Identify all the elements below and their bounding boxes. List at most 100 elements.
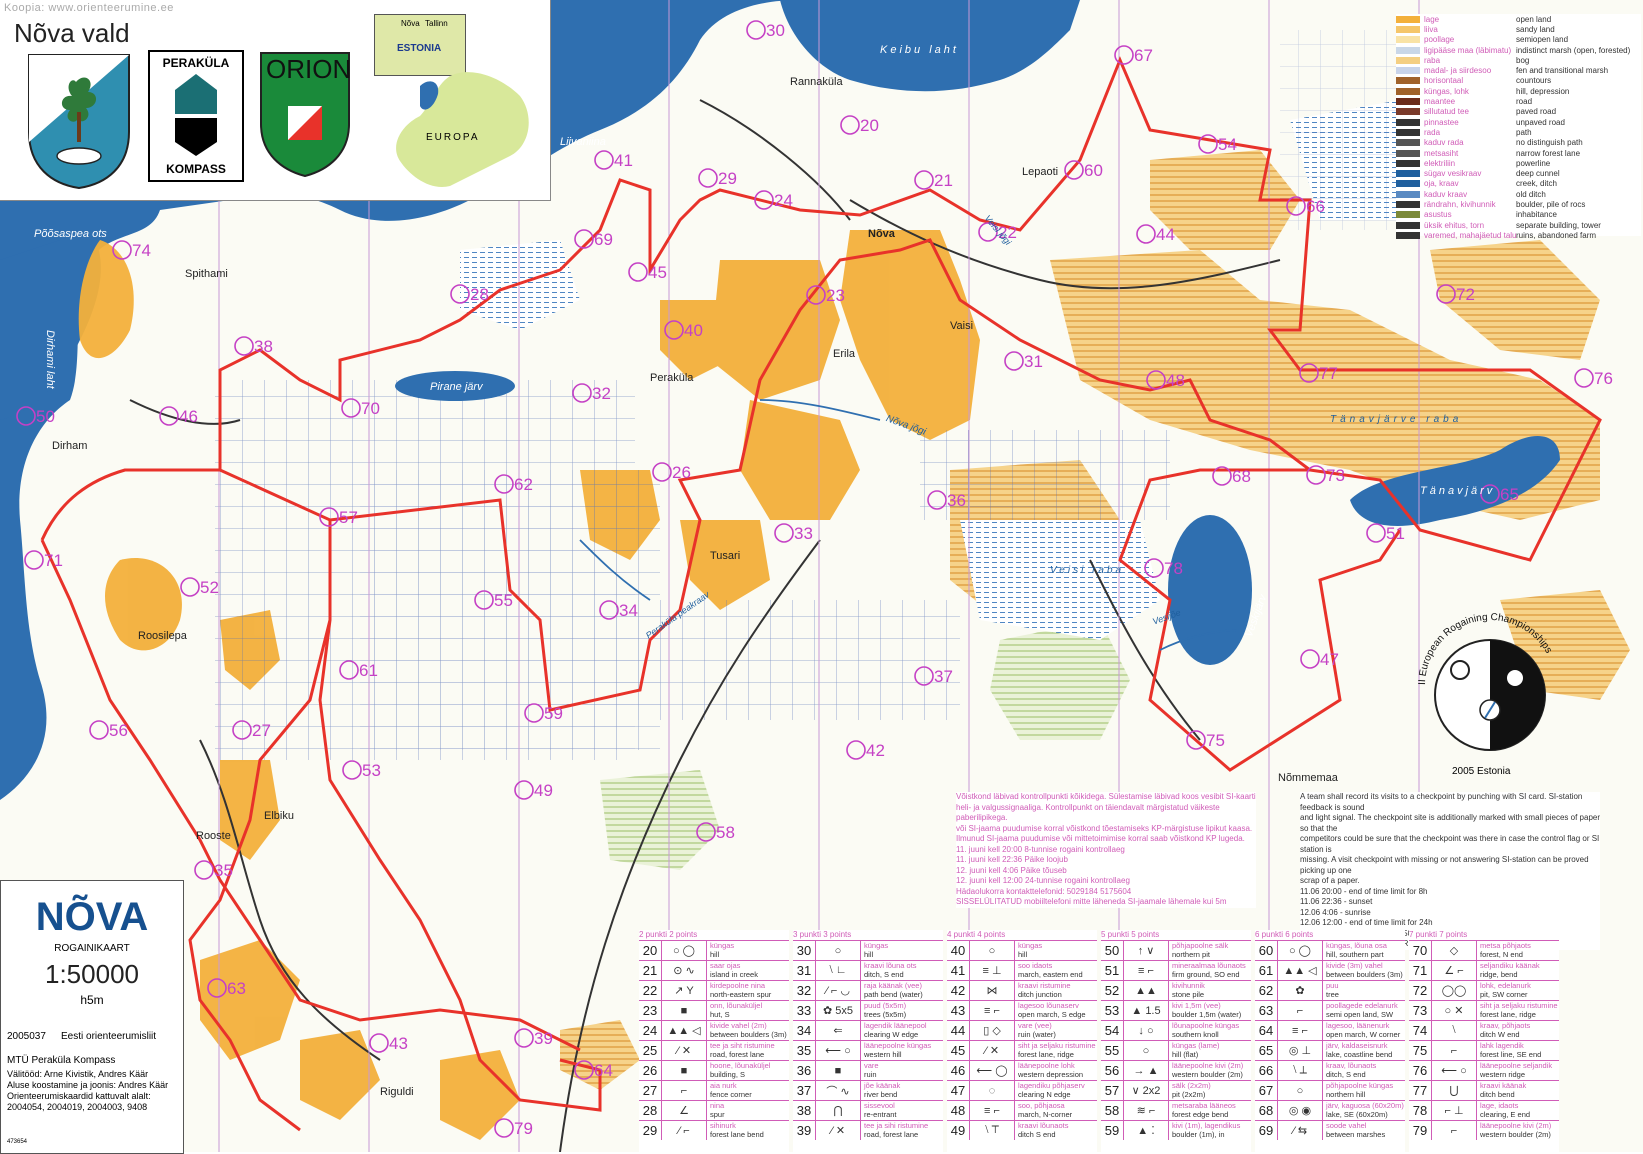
description-number: 24 — [639, 1021, 662, 1040]
description-number: 62 — [1255, 981, 1278, 1000]
legend-swatch — [1396, 118, 1420, 126]
legend-label-en: narrow forest lane — [1516, 148, 1581, 158]
description-text-et: hoone, lõunaküljel — [710, 1061, 771, 1070]
description-text-en: ditch junction — [1018, 990, 1062, 999]
contour-interval: h5m — [80, 993, 104, 1007]
description-row: 78 ⌐ ⊥ lage, idaots clearing, E end — [1409, 1100, 1559, 1120]
legend-label-et: metsasiht — [1424, 148, 1459, 158]
description-number: 69 — [1255, 1121, 1278, 1140]
description-symbol: ⟵ ○ — [1432, 1061, 1477, 1080]
description-symbol: ∨ 2x2 — [1124, 1081, 1169, 1100]
description-text-et: küngas — [1018, 941, 1043, 950]
description-number: 31 — [793, 961, 816, 980]
description-text-en: hut, S — [710, 1010, 730, 1019]
info-line: 12. juuni kell 4:06 Päike tõuseb — [956, 865, 1067, 875]
legend-row: rändrahn, kivihunnik boulder, pile of roc… — [1396, 199, 1641, 209]
description-number: 52 — [1101, 981, 1124, 1000]
description-symbol: ⧵ ⊥ — [1278, 1061, 1323, 1080]
description-row: 48 ≡ ⌐ soo, põhjaosa march, N-corner — [947, 1100, 1097, 1120]
map-scale: 1:50000 — [45, 959, 139, 989]
description-column-head: 2 punkti 2 points — [639, 930, 698, 939]
legend-row: oja, kraav creek, ditch — [1396, 179, 1641, 189]
description-symbol: ⊙ ∿ — [662, 961, 707, 980]
info-line: Ilmunud SI-jaama puudumise või mittetoim… — [956, 834, 1245, 843]
description-text-en: tree — [1326, 990, 1339, 999]
description-text-en: lake, coastline bend — [1326, 1050, 1393, 1059]
description-number: 37 — [793, 1081, 816, 1100]
description-text-en: forest lane bend — [710, 1130, 764, 1139]
description-number: 67 — [1255, 1081, 1278, 1100]
info-line: Aluse koostamine ja joonis: Andres Käär — [7, 1080, 169, 1090]
description-column-head: 7 punkti 7 points — [1409, 930, 1468, 939]
description-row: 45 ⁄ ✕ siht ja seljaku ristumine forest lan… — [947, 1040, 1097, 1060]
description-text-en: path bend (water) — [864, 990, 923, 999]
description-text-et: kraavi käänak — [1480, 1081, 1527, 1090]
description-symbol: ◇ — [1432, 941, 1477, 960]
description-text-en: fence corner — [710, 1090, 752, 1099]
legend-row: asustus inhabitance — [1396, 210, 1641, 220]
description-text-en: ridge, bend — [1480, 970, 1518, 979]
description-text-en: western ridge — [1480, 1070, 1526, 1079]
info-line: 11. juuni kell 22:36 Päike loojub — [956, 855, 1068, 864]
legend-row: pinnastee unpaved road — [1396, 117, 1641, 127]
description-text-et: kirdepoolne nina — [710, 981, 766, 990]
description-row: 76 ⟵ ○ läänepoolne seljandik western ridge — [1409, 1060, 1559, 1080]
description-column-head: 3 punkti 3 points — [793, 930, 852, 939]
legend-label-en: inhabitance — [1516, 210, 1557, 220]
legend-swatch — [1396, 46, 1420, 54]
info-line: A team shall record its visits to a chec… — [1300, 792, 1583, 812]
description-text-et: kraavi lõuna ots — [864, 961, 917, 970]
description-symbol: ≡ ⌐ — [970, 1101, 1015, 1120]
legend-label-en: powerline — [1516, 158, 1551, 168]
description-symbol: ⁄ ✕ — [970, 1041, 1015, 1060]
description-symbol: ◎ ◉ — [1278, 1101, 1323, 1120]
description-text-et: lagendik läänepool — [864, 1021, 927, 1030]
description-text-en: hill, southern part — [1326, 950, 1384, 959]
champ-year-label: 2005 Estonia — [1452, 766, 1511, 777]
info-line: 12.06 4:06 - sunrise — [1300, 907, 1371, 917]
description-text-en: northern pit — [1172, 950, 1210, 959]
description-row: 65 ◎ ⊥ järv, kaldaseisnurk lake, coastline … — [1255, 1040, 1405, 1060]
description-text-en: island in creek — [710, 970, 758, 979]
legend-label-en: unpaved road — [1516, 117, 1565, 127]
description-number: 36 — [793, 1061, 816, 1080]
description-number: 57 — [1101, 1081, 1124, 1100]
legend-row: maantee road — [1396, 96, 1641, 106]
description-column: 3 punkti 3 points 30 ○ küngas hill 31 ⧵ ∟ kraav… — [793, 930, 943, 1152]
description-symbol: ▯ ◇ — [970, 1021, 1015, 1040]
legend-row: rada path — [1396, 127, 1641, 137]
description-number: 64 — [1255, 1021, 1278, 1040]
description-number: 48 — [947, 1101, 970, 1120]
municipality-title: Nõva vald — [14, 18, 130, 48]
description-text-et: saar ojas — [710, 961, 741, 970]
description-symbol: ≋ ⌐ — [1124, 1101, 1169, 1120]
description-row: 66 ⧵ ⊥ kraav, lõunaots ditch, S end — [1255, 1060, 1405, 1080]
copy-notice: Koopia: www.orienteerumine.ee — [4, 2, 174, 14]
info-line: 12.06 12:00 - end of time limit for 24h — [1300, 918, 1433, 927]
legend-row: sillutatud tee paved road — [1396, 107, 1641, 117]
description-row: 50 ↑ ∨ põhjapoolne sälk northern pit — [1101, 940, 1251, 960]
legend-swatch — [1396, 211, 1420, 219]
description-symbol: ▲ 1.5 — [1124, 1001, 1169, 1020]
description-number: 28 — [639, 1101, 662, 1120]
inset-nova-label: Nõva — [401, 19, 420, 28]
description-text-et: lage, idaots — [1480, 1101, 1519, 1110]
description-number: 75 — [1409, 1041, 1432, 1060]
description-number: 29 — [639, 1121, 662, 1140]
description-symbol: ⌐ — [1432, 1041, 1477, 1060]
description-number: 49 — [947, 1121, 970, 1140]
spithami-label: Spithami — [185, 268, 228, 280]
veisi-raba-label: Veisi raba — [1050, 565, 1125, 576]
description-row: 64 ≡ ⌐ lagesoo, läänenurk open march, W cor… — [1255, 1020, 1405, 1040]
inset-estonia-label: ESTONIA — [397, 43, 442, 54]
description-number: 21 — [639, 961, 662, 980]
description-symbol: ○ — [1278, 1081, 1323, 1100]
description-symbol: ○ — [816, 941, 861, 960]
description-text-et: mineraalmaa lõunaots — [1172, 961, 1246, 970]
description-row: 34 ⇐ lagendik läänepool clearing W edge — [793, 1020, 943, 1040]
legend-row: raba bog — [1396, 55, 1641, 65]
description-row: 30 ○ küngas hill — [793, 940, 943, 960]
description-number: 46 — [947, 1061, 970, 1080]
inset-tallinn-label: Tallinn — [425, 19, 448, 28]
description-text-et: kivi 1,5m (vee) — [1172, 1001, 1221, 1010]
